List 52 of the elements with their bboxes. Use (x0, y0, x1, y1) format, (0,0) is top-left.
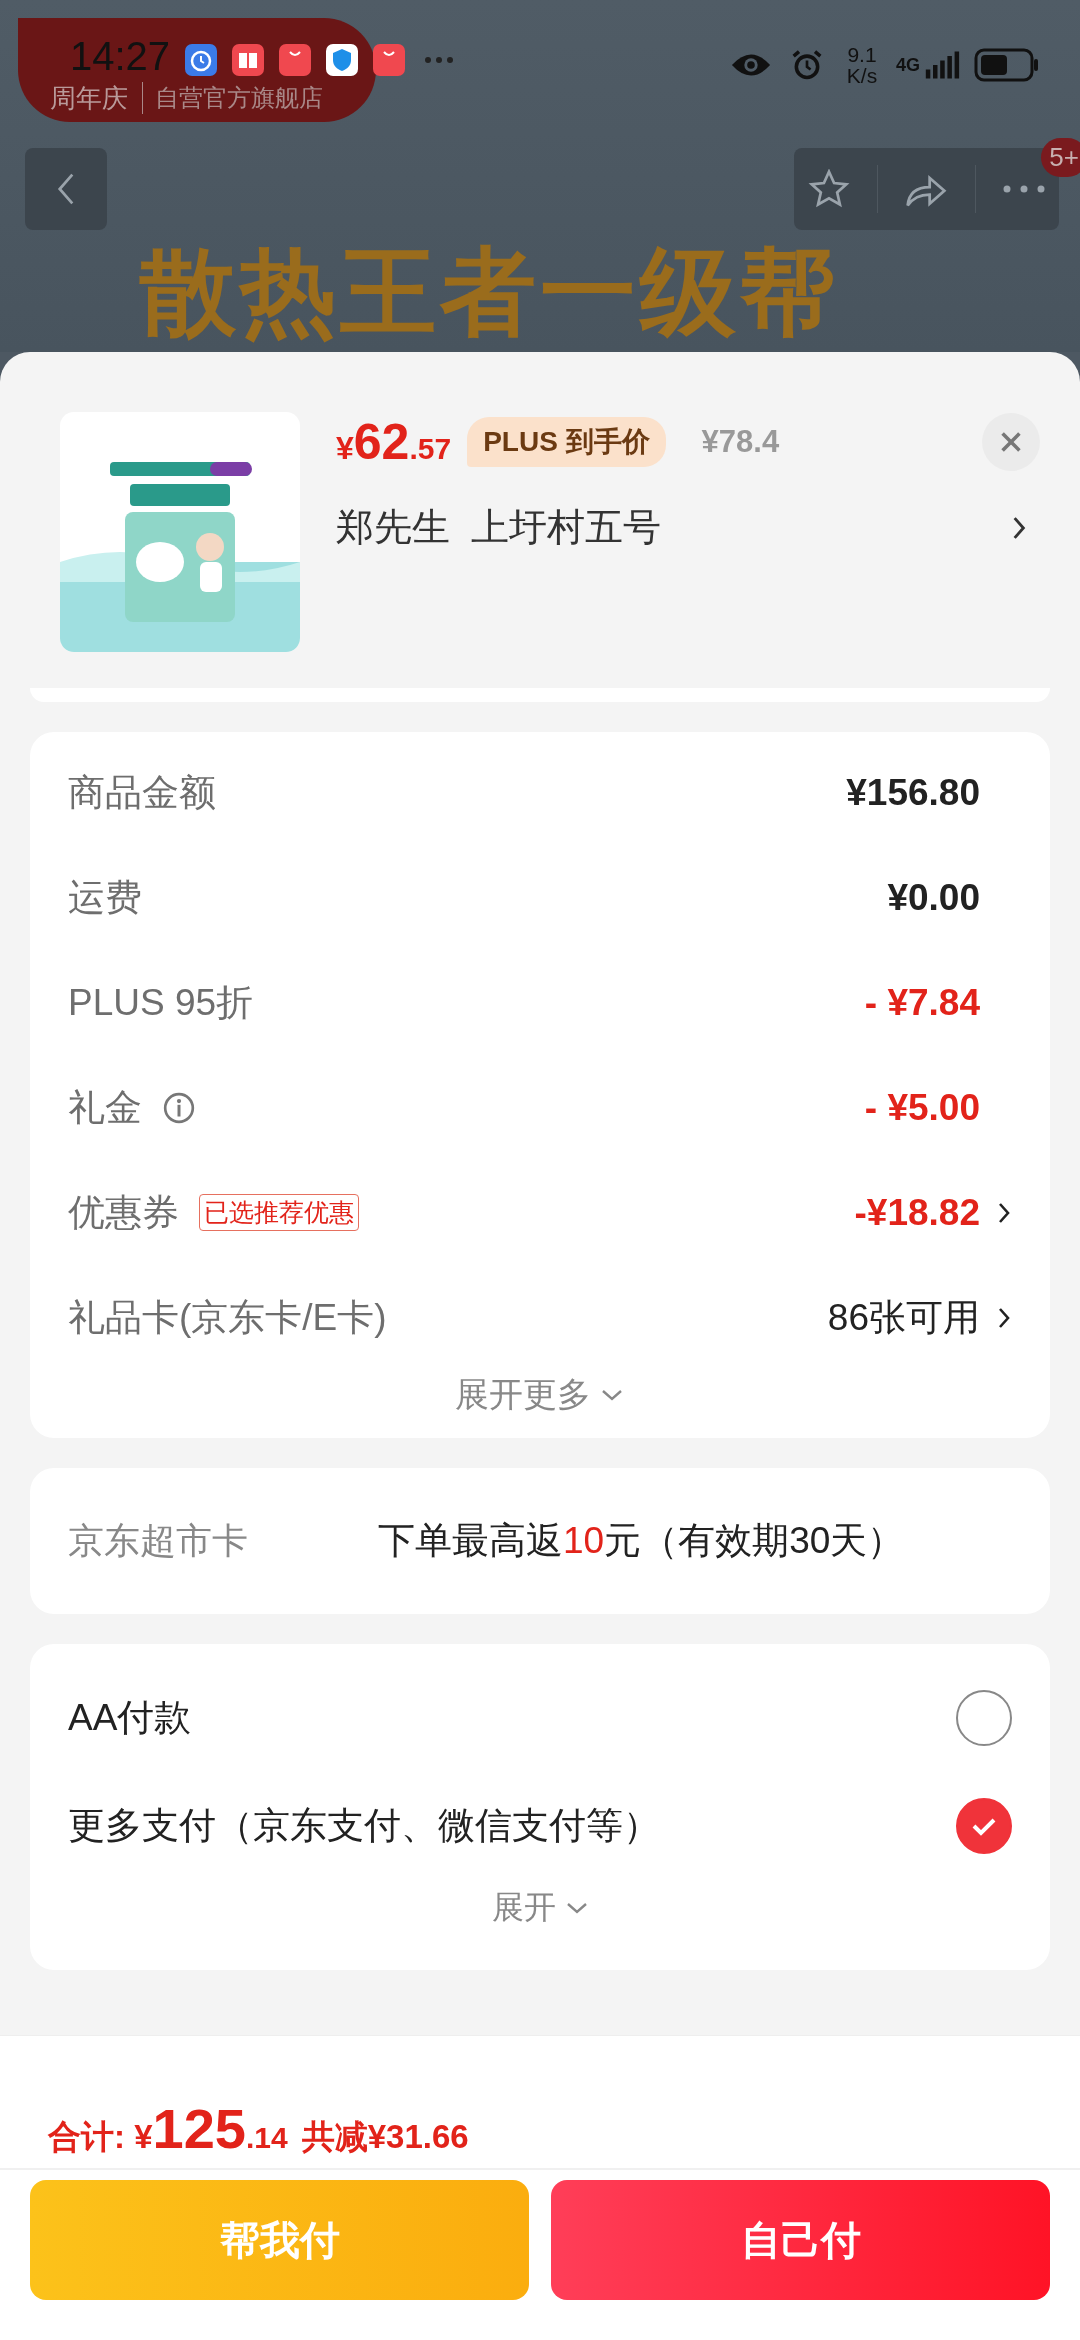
pay-button[interactable]: 自己付 (551, 2180, 1050, 2300)
supermarket-card-label: 京东超市卡 (68, 1518, 249, 1563)
fee-value: - ¥5.00 (864, 1086, 980, 1129)
coupon-tag: 已选推荐优惠 (199, 1194, 359, 1231)
payment-option[interactable]: AA付款 (68, 1664, 1012, 1772)
payment-option[interactable]: 更多支付（京东支付、微信支付等） (68, 1772, 1012, 1880)
star-icon[interactable] (807, 169, 852, 209)
more-notifications-icon (424, 56, 454, 64)
anniversary-label: 周年庆 (50, 85, 128, 111)
fee-value: -¥18.82 (854, 1191, 980, 1234)
fee-label: PLUS 95折 (68, 980, 254, 1025)
back-chevron-icon (57, 172, 75, 206)
network-type: 4G (896, 54, 920, 76)
radio-button[interactable] (956, 1690, 1012, 1746)
expand-button[interactable]: 展开 (492, 1886, 588, 1930)
status-time: 14:27 (70, 34, 171, 79)
network-speed: 9.1 K/s (845, 44, 879, 86)
radio-button[interactable] (956, 1798, 1012, 1854)
alarm-app-icon (185, 44, 217, 76)
info-icon[interactable] (162, 1090, 196, 1125)
price: ¥62.57 (336, 413, 452, 471)
plus-price-tag: PLUS 到手价 (467, 417, 666, 467)
address-row[interactable]: 郑先生 上圩村五号 (336, 502, 1040, 553)
chevron-icon[interactable] (998, 1306, 1010, 1329)
signal-icon (924, 51, 960, 79)
expand-more-button[interactable]: 展开更多 (455, 1372, 623, 1418)
more-icon[interactable] (1001, 184, 1046, 194)
caret-icon (601, 1389, 623, 1401)
fee-value: - ¥7.84 (864, 981, 980, 1024)
book-app-icon (232, 44, 264, 76)
store-name: 自营官方旗舰店 (142, 82, 323, 114)
caret-icon (566, 1902, 588, 1914)
shop-app-icon (373, 44, 405, 76)
chevron-icon[interactable] (998, 1201, 1010, 1224)
fee-label: 优惠券 (68, 1190, 179, 1235)
fee-value: ¥156.80 (846, 771, 980, 814)
fee-label: 商品金额 (68, 770, 216, 815)
fee-value: 86张可用 (827, 1295, 980, 1340)
fee-label: 运费 (68, 875, 142, 920)
fee-label: 礼金 (68, 1085, 142, 1130)
fee-value: ¥0.00 (887, 876, 980, 919)
fee-label: 礼品卡(京东卡/E卡) (68, 1295, 387, 1340)
original-price: ¥78.4 (701, 424, 780, 460)
shop-app-icon (279, 44, 311, 76)
order-total: 合计: ¥125.14 共减¥31.66 (0, 2036, 1080, 2170)
close-icon (999, 430, 1023, 454)
shield-app-icon (326, 44, 358, 76)
notification-badge: 5+ (1041, 138, 1080, 177)
battery-icon (974, 48, 1040, 82)
cashback-text: 下单最高返10元（有效期30天） (378, 1519, 905, 1563)
chevron-icon (1012, 515, 1026, 540)
banner-title: 散热王者一级帮 (140, 242, 840, 343)
